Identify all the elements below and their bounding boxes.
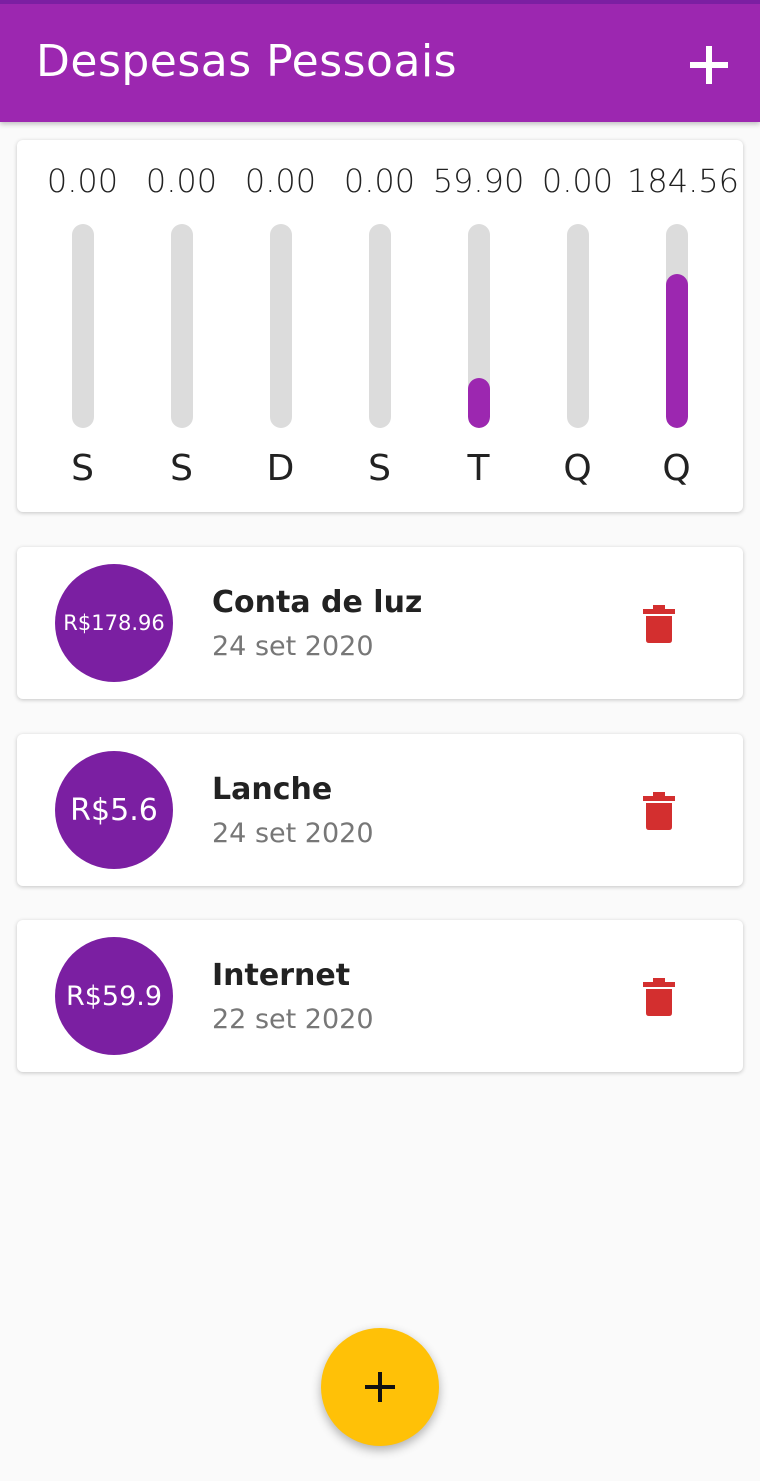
chart-bar-column: 0.00 S	[132, 140, 231, 512]
bar-fill	[666, 273, 688, 428]
day-label: S	[368, 448, 391, 489]
amount-avatar: R$5.6	[55, 751, 173, 869]
chart-bar-column: 59.90 T	[429, 140, 528, 512]
day-label: D	[266, 448, 295, 489]
bar-track	[468, 224, 490, 428]
bar-track	[270, 224, 292, 428]
transaction-card: R$178.96 Conta de luz 24 set 2020	[17, 547, 743, 699]
chart-bar-column: 0.00 D	[231, 140, 330, 512]
bar-track	[567, 224, 589, 428]
day-label: T	[467, 448, 490, 489]
bar-track	[72, 224, 94, 428]
app-bar: Despesas Pessoais	[0, 0, 760, 122]
chart-bar-column: 0.00 S	[33, 140, 132, 512]
bar-value-label: 0.00	[541, 162, 614, 200]
day-label: Q	[662, 448, 691, 489]
trash-icon[interactable]	[639, 976, 679, 1018]
transaction-card: R$59.9 Internet 22 set 2020	[17, 920, 743, 1072]
chart-bar-column: 0.00 S	[330, 140, 429, 512]
trash-icon[interactable]	[639, 790, 679, 832]
bar-value-label: 59.90	[432, 162, 525, 200]
bar-fill	[468, 378, 490, 428]
trash-icon[interactable]	[639, 603, 679, 645]
day-label: Q	[563, 448, 592, 489]
transaction-date: 24 set 2020	[212, 631, 374, 662]
amount-avatar: R$59.9	[55, 937, 173, 1055]
plus-icon[interactable]	[686, 42, 732, 88]
bar-value-label: 0.00	[145, 162, 218, 200]
bar-value-label: 184.56	[627, 162, 739, 200]
bar-value-label: 0.00	[46, 162, 119, 200]
add-transaction-button[interactable]	[321, 1328, 439, 1446]
transaction-date: 22 set 2020	[212, 1004, 374, 1035]
bar-track	[171, 224, 193, 428]
weekly-chart: 0.00 S 0.00 S 0.00 D 0.00 S 59.90 T 0.00 Q 184.56 Q	[17, 140, 743, 512]
bar-value-label: 0.00	[244, 162, 317, 200]
bar-track	[666, 224, 688, 428]
plus-icon	[365, 1372, 395, 1402]
transaction-card: R$5.6 Lanche 24 set 2020	[17, 734, 743, 886]
day-label: S	[170, 448, 193, 489]
amount-avatar: R$178.96	[55, 564, 173, 682]
chart-bar-column: 184.56 Q	[627, 140, 739, 512]
page-title: Despesas Pessoais	[36, 36, 458, 87]
day-label: S	[71, 448, 94, 489]
transaction-date: 24 set 2020	[212, 818, 374, 849]
transaction-title: Internet	[212, 958, 351, 993]
transaction-title: Lanche	[212, 772, 333, 807]
transaction-title: Conta de luz	[212, 585, 423, 620]
bar-track	[369, 224, 391, 428]
chart-bar-column: 0.00 Q	[528, 140, 627, 512]
bar-value-label: 0.00	[343, 162, 416, 200]
